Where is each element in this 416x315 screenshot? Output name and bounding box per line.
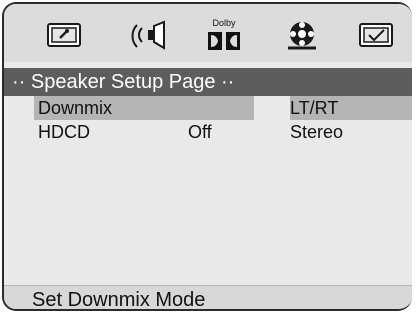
dolby-label: Dolby bbox=[212, 18, 236, 28]
page-title-bar: ·· Speaker Setup Page ·· bbox=[4, 68, 412, 96]
osd-window: Dolby ·· Speaker Setup Page ·· Downmix H… bbox=[2, 2, 412, 311]
dolby-digital-icon[interactable]: Dolby bbox=[202, 16, 246, 56]
video-setup-icon[interactable] bbox=[280, 16, 324, 56]
speaker-setup-icon[interactable] bbox=[128, 16, 172, 58]
setting-label-hdcd[interactable]: HDCD bbox=[38, 120, 90, 144]
general-setup-icon[interactable] bbox=[42, 16, 86, 56]
status-bar: Set Downmix Mode bbox=[4, 285, 412, 311]
icon-bar: Dolby bbox=[4, 4, 412, 62]
setting-label-downmix[interactable]: Downmix bbox=[38, 96, 112, 120]
preferences-icon[interactable] bbox=[354, 16, 398, 56]
option-stereo[interactable]: Stereo bbox=[290, 120, 343, 144]
setting-value-hdcd: Off bbox=[188, 122, 212, 142]
option-ltrt[interactable]: LT/RT bbox=[290, 96, 338, 120]
status-text: Set Downmix Mode bbox=[32, 289, 206, 311]
page-title: ·· Speaker Setup Page ·· bbox=[12, 71, 235, 93]
